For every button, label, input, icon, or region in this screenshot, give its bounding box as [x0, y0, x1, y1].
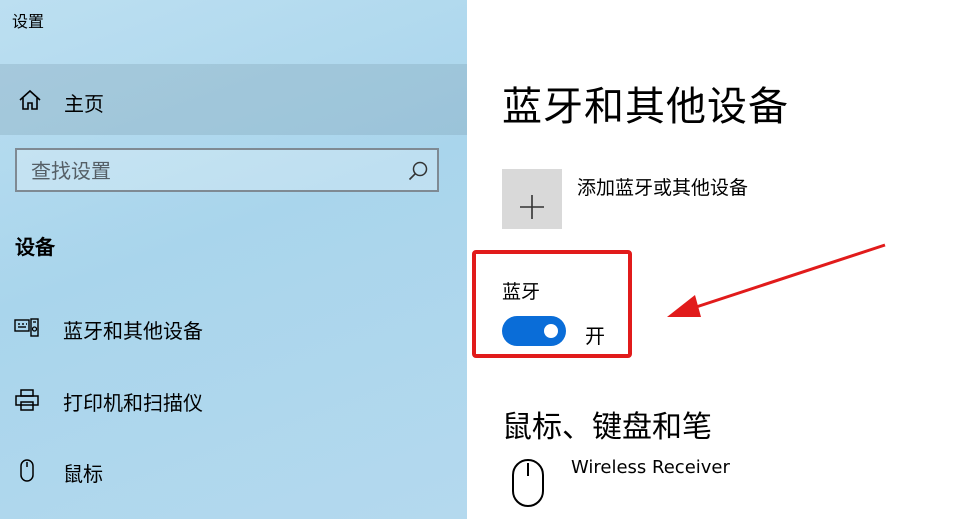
nav-home-label: 主页	[64, 92, 104, 116]
sidebar-item-printers[interactable]: 打印机和扫描仪	[0, 372, 467, 428]
settings-window: 设置 主页 设备	[0, 0, 960, 519]
search-input[interactable]	[31, 158, 391, 184]
mouse-icon	[512, 459, 544, 507]
nav-pane: 设置 主页 设备	[0, 0, 467, 519]
annotation-arrow-icon	[667, 243, 886, 317]
toggle-knob	[544, 324, 558, 338]
mouse-icon	[20, 459, 34, 482]
add-device-label[interactable]: 添加蓝牙或其他设备	[577, 173, 748, 200]
sidebar-item-label: 蓝牙和其他设备	[63, 319, 203, 343]
nav-section-heading: 设备	[15, 235, 55, 259]
bluetooth-state-label: 开	[585, 324, 605, 348]
page-title: 蓝牙和其他设备	[502, 84, 789, 130]
sidebar-item-mouse[interactable]: 鼠标	[0, 443, 467, 499]
bluetooth-toggle[interactable]	[502, 316, 566, 346]
search-icon[interactable]	[407, 160, 429, 182]
device-name[interactable]: Wireless Receiver	[571, 457, 730, 478]
content-pane: 蓝牙和其他设备 添加蓝牙或其他设备 蓝牙 开 鼠标、键盘和笔 Wireless …	[467, 0, 960, 519]
sidebar-item-label: 鼠标	[63, 462, 103, 486]
printer-icon	[15, 389, 39, 411]
search-box[interactable]	[15, 148, 439, 192]
section-heading-mouse-keyboard-pen: 鼠标、键盘和笔	[502, 410, 712, 445]
nav-home-item[interactable]: 主页	[0, 64, 467, 135]
bluetooth-label: 蓝牙	[502, 281, 541, 303]
window-title: 设置	[12, 12, 45, 31]
keyboard-device-icon	[14, 318, 39, 337]
plus-icon	[520, 195, 544, 219]
home-icon	[19, 89, 41, 110]
add-device-button[interactable]	[502, 169, 562, 229]
sidebar-item-bluetooth[interactable]: 蓝牙和其他设备	[0, 300, 467, 356]
sidebar-item-label: 打印机和扫描仪	[63, 391, 203, 415]
